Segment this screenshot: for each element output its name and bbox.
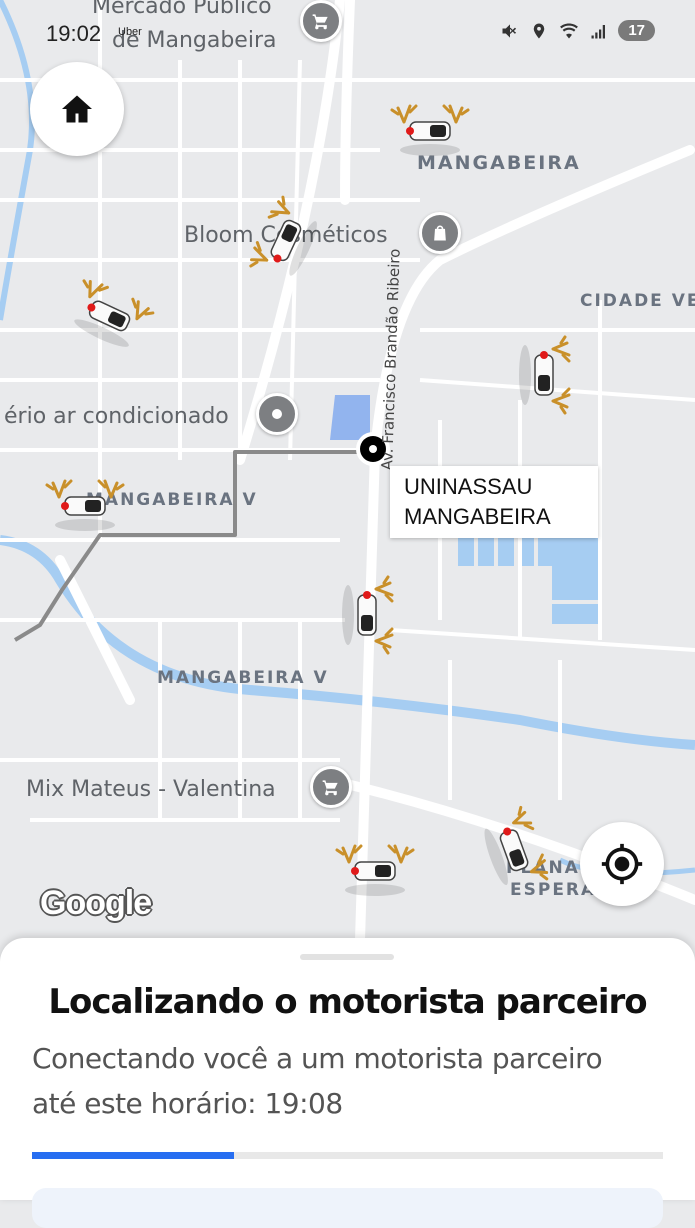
destination-label[interactable]: UNINASSAU MANGABEIRA (390, 466, 598, 538)
shopping-bag-icon (434, 225, 446, 241)
google-attribution: Google (40, 884, 152, 922)
battery-indicator: 17 (618, 20, 655, 41)
sheet-handle[interactable] (300, 954, 394, 960)
locate-icon (601, 843, 643, 885)
notification-uber: Uber (118, 26, 142, 38)
search-progress-bar (32, 1152, 663, 1159)
next-card-peek[interactable] (32, 1188, 663, 1228)
cart-pin-mix[interactable] (310, 766, 352, 808)
home-icon (62, 95, 92, 123)
poi-label-mix-mateus: Mix Mateus - Valentina (26, 777, 276, 802)
status-bar: 19:02 Uber 17 (0, 0, 695, 46)
location-icon (534, 23, 545, 38)
poi-label-ar-condicionado: ério ar condicionado (4, 404, 229, 429)
destination-line1: UNINASSAU (404, 474, 533, 499)
progress-fill (32, 1152, 234, 1159)
place-icon (272, 409, 282, 419)
driver-marker (390, 100, 470, 160)
cart-icon (322, 780, 338, 796)
place-pin[interactable] (256, 393, 298, 435)
area-label-cidade-verde: CIDADE VE (580, 291, 695, 311)
driver-marker (335, 840, 415, 900)
area-label-mangabeira-v-lower: MANGABEIRA V (157, 668, 329, 688)
driver-marker (515, 335, 575, 415)
driver-marker (338, 575, 398, 655)
status-time: 19:02 (46, 21, 102, 46)
bottom-sheet[interactable]: Localizando o motorista parceiro Conecta… (0, 938, 695, 1228)
mute-icon (502, 23, 517, 38)
my-location-button[interactable] (580, 822, 664, 906)
sheet-subtitle: Conectando você a um motorista parceiro … (32, 1042, 603, 1120)
status-icons: 17 (500, 20, 655, 41)
wifi-icon (560, 23, 579, 38)
sheet-title: Localizando o motorista parceiro (48, 982, 647, 1022)
driver-marker (45, 475, 125, 535)
destination-line2: MANGABEIRA (404, 504, 551, 529)
signal-icon (591, 24, 606, 38)
home-button[interactable] (30, 62, 124, 156)
bag-pin[interactable] (419, 212, 461, 254)
